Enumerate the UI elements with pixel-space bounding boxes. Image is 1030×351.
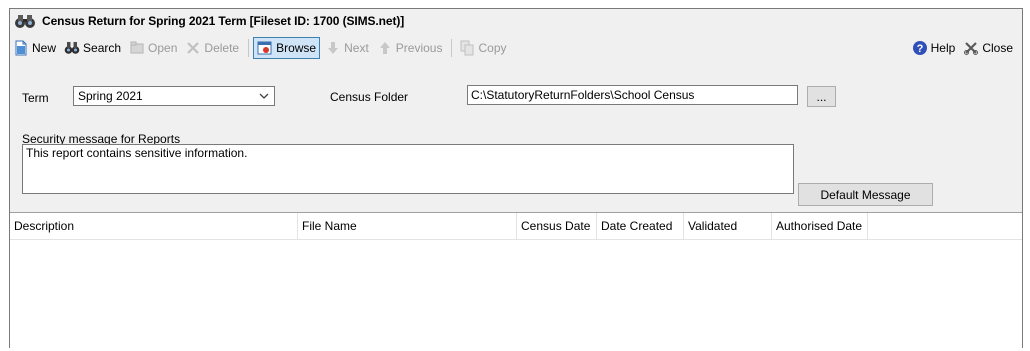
default-message-button[interactable]: Default Message (798, 183, 933, 206)
help-icon: ? (912, 41, 927, 55)
help-button-label: Help (930, 41, 956, 55)
new-button-label: New (32, 41, 57, 55)
default-message-button-label: Default Message (820, 187, 911, 202)
browse-folder-button-label: ... (816, 89, 827, 104)
close-button[interactable]: Close (960, 37, 1016, 59)
svg-text:?: ? (916, 43, 923, 55)
close-button-label: Close (982, 41, 1013, 55)
browse-icon (257, 41, 272, 55)
next-button[interactable]: Next (322, 37, 372, 59)
window-title: Census Return for Spring 2021 Term [File… (42, 14, 405, 28)
title-bar: Census Return for Spring 2021 Term [File… (10, 9, 1022, 33)
term-label: Term (22, 91, 49, 105)
toolbar-right: ? Help Close (909, 37, 1018, 59)
census-folder-value: C:\StatutoryReturnFolders\School Census (471, 88, 695, 102)
binoculars-icon (15, 15, 35, 28)
column-header-date-created[interactable]: Date Created (597, 213, 684, 239)
toolbar: New Search Open Delete Browse Next Previ… (10, 36, 1022, 60)
chevron-down-icon (259, 93, 269, 99)
close-icon (964, 42, 979, 55)
security-message-text: This report contains sensitive informati… (26, 146, 248, 160)
delete-button[interactable]: Delete (182, 37, 242, 59)
copy-button[interactable]: Copy (456, 37, 509, 59)
term-select[interactable]: Spring 2021 (73, 86, 275, 106)
browse-folder-button[interactable]: ... (807, 86, 836, 107)
column-header-census-date[interactable]: Census Date (517, 213, 597, 239)
down-arrow-icon (328, 42, 339, 54)
census-returns-grid: Description File Name Census Date Date C… (10, 212, 1022, 348)
census-return-window: Census Return for Spring 2021 Term [File… (9, 8, 1023, 348)
toolbar-separator (451, 39, 453, 57)
search-button[interactable]: Search (61, 37, 124, 59)
open-icon (130, 41, 144, 54)
open-button-label: Open (148, 41, 178, 55)
new-button[interactable]: New (10, 37, 59, 59)
binoculars-icon (64, 42, 80, 54)
column-header-authorised-date[interactable]: Authorised Date (772, 213, 868, 239)
previous-button[interactable]: Previous (374, 37, 446, 59)
browse-button-label: Browse (276, 41, 317, 55)
grid-header: Description File Name Census Date Date C… (10, 213, 1022, 240)
delete-button-label: Delete (204, 41, 240, 55)
next-button-label: Next (344, 41, 369, 55)
copy-icon (460, 40, 474, 56)
browse-button[interactable]: Browse (253, 37, 321, 59)
toolbar-separator (248, 39, 250, 57)
open-button[interactable]: Open (126, 37, 180, 59)
census-folder-label: Census Folder (330, 90, 409, 104)
term-select-value: Spring 2021 (78, 89, 143, 103)
search-button-label: Search (83, 41, 122, 55)
up-arrow-icon (379, 42, 390, 54)
column-header-file-name[interactable]: File Name (298, 213, 517, 239)
column-header-description[interactable]: Description (10, 213, 298, 239)
delete-icon (187, 42, 200, 54)
security-message-textarea[interactable]: This report contains sensitive informati… (22, 144, 794, 194)
column-header-validated[interactable]: Validated (684, 213, 772, 239)
copy-button-label: Copy (478, 41, 507, 55)
previous-button-label: Previous (395, 41, 443, 55)
help-button[interactable]: ? Help (909, 37, 959, 59)
census-folder-input[interactable]: C:\StatutoryReturnFolders\School Census (467, 85, 798, 105)
new-document-icon (15, 40, 27, 56)
